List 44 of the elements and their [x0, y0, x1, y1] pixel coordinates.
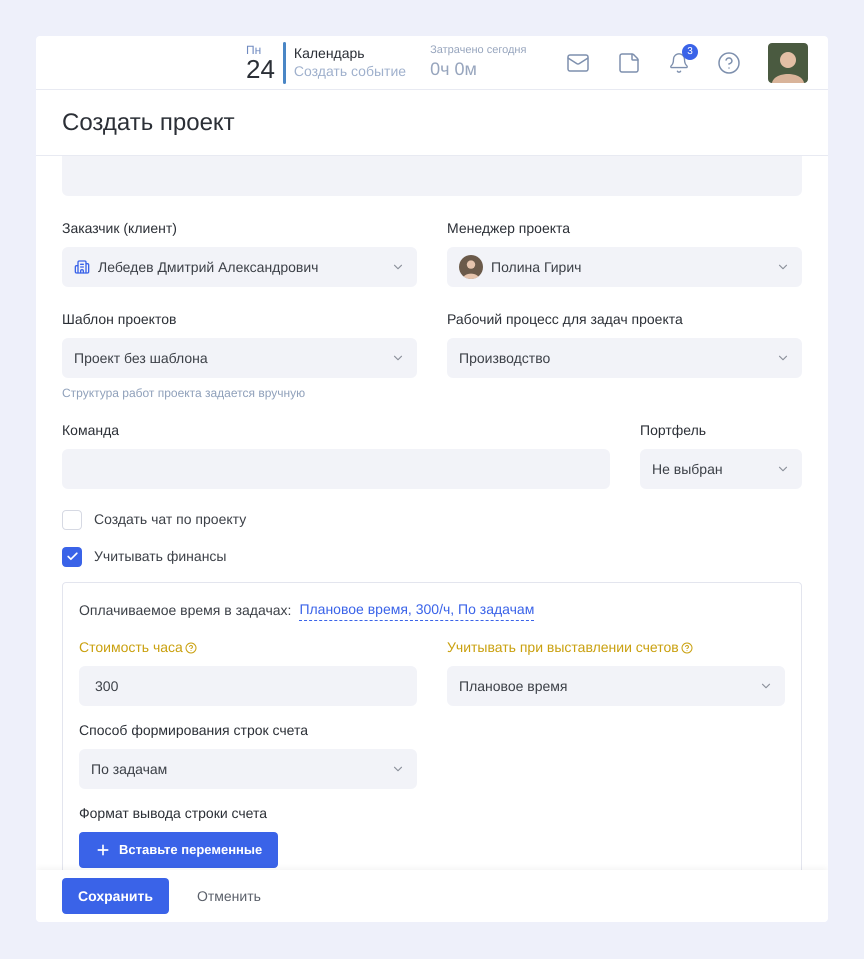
field-label: Рабочий процесс для задач проекта: [447, 310, 684, 329]
checkbox[interactable]: [62, 510, 82, 530]
select-field[interactable]: Лебедев Дмитрий Александрович: [62, 247, 417, 287]
time-spent-value: 0ч 0м: [430, 58, 478, 81]
note-icon[interactable]: [617, 50, 641, 74]
avatar-icon: [459, 255, 483, 279]
checkbox-label: Создать чат по проекту: [94, 510, 246, 529]
select-field[interactable]: По задачам: [79, 749, 417, 789]
avatar-icon[interactable]: [768, 42, 808, 82]
field-label: Заказчик (клиент): [62, 219, 178, 238]
field-label: Портфель: [640, 421, 708, 440]
select-field[interactable]: Плановое время: [447, 666, 785, 706]
field-label: Стоимость часа: [79, 638, 183, 657]
select-field[interactable]: Не выбран: [640, 449, 802, 489]
field-label: Формат вывода строки счета: [79, 804, 268, 823]
help-icon[interactable]: [184, 642, 197, 654]
insert-variables-button[interactable]: Вставьте переменные: [79, 832, 278, 868]
page-title: Создать проект: [62, 108, 235, 138]
plus-icon: [95, 842, 111, 858]
check-icon: [66, 550, 78, 563]
help-icon[interactable]: [717, 50, 741, 74]
cancel-button[interactable]: Отменить: [180, 878, 277, 914]
help-icon[interactable]: [680, 642, 693, 654]
checkbox[interactable]: [62, 546, 82, 566]
notification-badge: 3: [682, 44, 698, 60]
calendar-link[interactable]: Календарь: [294, 45, 406, 62]
input-field[interactable]: 300: [79, 666, 417, 706]
summary-label: Оплачиваемое время в задачах:: [79, 600, 292, 620]
field-label: Учитывать при выставлении счетов: [447, 638, 679, 657]
save-button[interactable]: Сохранить: [62, 878, 169, 914]
time-spent-label: Затрачено сегодня: [430, 44, 526, 58]
select-field[interactable]: Полина Гирич: [447, 247, 802, 287]
select-field[interactable]: Производство: [447, 338, 802, 378]
checkbox-label: Учитывать финансы: [94, 547, 226, 566]
field-label: Способ формирования строк счета: [79, 721, 310, 740]
day-number: 24: [246, 56, 275, 82]
field-label: Менеджер проекта: [447, 219, 572, 238]
building-icon: [74, 259, 90, 275]
summary-link[interactable]: Плановое время, 300/ч, По задачам: [299, 599, 534, 621]
hint-text: Структура работ проекта задается вручную: [62, 385, 306, 402]
field-label: Шаблон проектов: [62, 310, 178, 329]
select-field[interactable]: Проект без шаблона: [62, 338, 417, 378]
field-label: Команда: [62, 421, 120, 440]
day-name: Пн: [246, 44, 262, 56]
